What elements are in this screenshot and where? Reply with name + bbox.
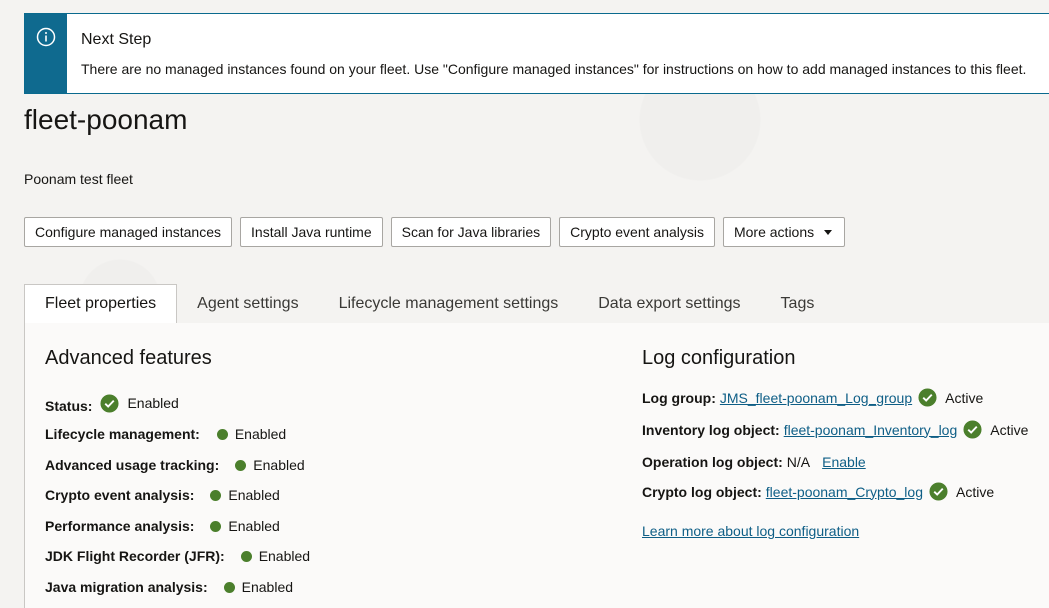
- status-row: Status: Enabled: [45, 392, 179, 414]
- inventory-log-row: Inventory log object: fleet-poonam_Inven…: [642, 420, 1028, 439]
- check-circle-icon: [963, 420, 982, 439]
- java-migration-analysis-row: Java migration analysis: Enabled: [45, 579, 293, 595]
- page-title: fleet-poonam: [24, 104, 188, 135]
- configure-managed-instances-button[interactable]: Configure managed instances: [24, 217, 233, 247]
- inventory-log-status: Active: [990, 421, 1029, 438]
- scan-java-libraries-button[interactable]: Scan for Java libraries: [390, 217, 552, 247]
- log-configuration-title: Log configuration: [642, 347, 796, 369]
- status-dot: [223, 581, 235, 593]
- status-value: Enabled: [127, 395, 179, 411]
- notice-title: Next Step: [81, 31, 152, 48]
- notice-accent-bar: [25, 14, 67, 93]
- check-circle-icon: [929, 482, 948, 501]
- crypto-event-analysis-label: Crypto event analysis:: [45, 487, 195, 503]
- performance-analysis-value: Enabled: [228, 518, 280, 534]
- enable-link[interactable]: Enable: [822, 454, 866, 470]
- more-actions-label: More actions: [733, 224, 815, 240]
- performance-analysis-row: Performance analysis: Enabled: [45, 518, 280, 534]
- inventory-log-link[interactable]: fleet-poonam_Inventory_log: [784, 422, 958, 438]
- jfr-value: Enabled: [258, 548, 311, 564]
- caret-down-icon: [824, 230, 833, 235]
- status-dot: [216, 428, 228, 440]
- log-group-status: Active: [945, 389, 984, 406]
- info-icon: [36, 27, 56, 47]
- status-dot: [210, 489, 222, 501]
- advanced-usage-tracking-label: Advanced usage tracking:: [45, 457, 220, 473]
- tab-tags[interactable]: Tags: [761, 284, 835, 324]
- crypto-log-link[interactable]: fleet-poonam_Crypto_log: [766, 484, 923, 500]
- learn-more-link[interactable]: Learn more about log configuration: [642, 523, 859, 539]
- java-migration-analysis-label: Java migration analysis:: [45, 579, 208, 595]
- crypto-event-analysis-button[interactable]: Crypto event analysis: [559, 217, 715, 247]
- operation-log-value: N/A: [786, 454, 811, 470]
- status-dot: [235, 459, 247, 471]
- tab-agent-settings[interactable]: Agent settings: [177, 284, 318, 324]
- fleet-properties-panel: Advanced features Status: Enabled Lifecy…: [24, 323, 1049, 608]
- inventory-log-label: Inventory log object:: [642, 421, 780, 438]
- fleet-description: Poonam test fleet: [24, 171, 133, 187]
- jfr-row: JDK Flight Recorder (JFR): Enabled: [45, 548, 310, 564]
- action-toolbar: Configure managed instances Install Java…: [24, 217, 846, 247]
- log-group-label: Log group:: [642, 389, 716, 406]
- learn-more-row: Learn more about log configuration: [642, 523, 859, 539]
- log-group-row: Log group: JMS_fleet-poonam_Log_group Ac…: [642, 388, 983, 407]
- next-step-notice: Next Step There are no managed instances…: [24, 13, 1049, 94]
- check-circle-icon: [918, 388, 937, 407]
- install-java-runtime-button[interactable]: Install Java runtime: [240, 217, 383, 247]
- log-configuration-section: Log configuration: [642, 347, 795, 370]
- status-dot: [210, 520, 222, 532]
- advanced-features-title: Advanced features: [45, 347, 212, 369]
- crypto-log-row: Crypto log object: fleet-poonam_Crypto_l…: [642, 482, 994, 501]
- lifecycle-management-row: Lifecycle management: Enabled: [45, 426, 286, 442]
- log-group-link[interactable]: JMS_fleet-poonam_Log_group: [720, 390, 912, 406]
- operation-log-row: Operation log object: N/A Enable: [642, 454, 866, 470]
- crypto-log-status: Active: [956, 483, 995, 500]
- crypto-log-label: Crypto log object:: [642, 483, 762, 500]
- advanced-usage-tracking-value: Enabled: [253, 457, 305, 473]
- status-label: Status:: [45, 398, 93, 414]
- tab-data-export-settings[interactable]: Data export settings: [578, 284, 760, 324]
- status-dot: [240, 550, 252, 562]
- more-actions-button[interactable]: More actions: [722, 217, 846, 247]
- check-circle-icon: [100, 393, 119, 413]
- lifecycle-management-label: Lifecycle management:: [45, 426, 200, 442]
- notice-text: There are no managed instances found on …: [81, 61, 1027, 77]
- tab-lifecycle-management-settings[interactable]: Lifecycle management settings: [319, 284, 579, 324]
- lifecycle-management-value: Enabled: [234, 426, 287, 442]
- tab-fleet-properties[interactable]: Fleet properties: [24, 284, 178, 324]
- performance-analysis-label: Performance analysis:: [45, 518, 195, 534]
- advanced-features-section: Advanced features: [45, 347, 212, 370]
- jfr-label: JDK Flight Recorder (JFR):: [45, 548, 225, 564]
- java-migration-analysis-value: Enabled: [241, 579, 294, 595]
- operation-log-label: Operation log object:: [642, 454, 783, 470]
- advanced-usage-tracking-row: Advanced usage tracking: Enabled: [45, 457, 305, 473]
- crypto-event-analysis-row: Crypto event analysis: Enabled: [45, 487, 280, 503]
- tab-bar: Fleet properties Agent settings Lifecycl…: [24, 284, 1049, 324]
- crypto-event-analysis-value: Enabled: [228, 487, 280, 503]
